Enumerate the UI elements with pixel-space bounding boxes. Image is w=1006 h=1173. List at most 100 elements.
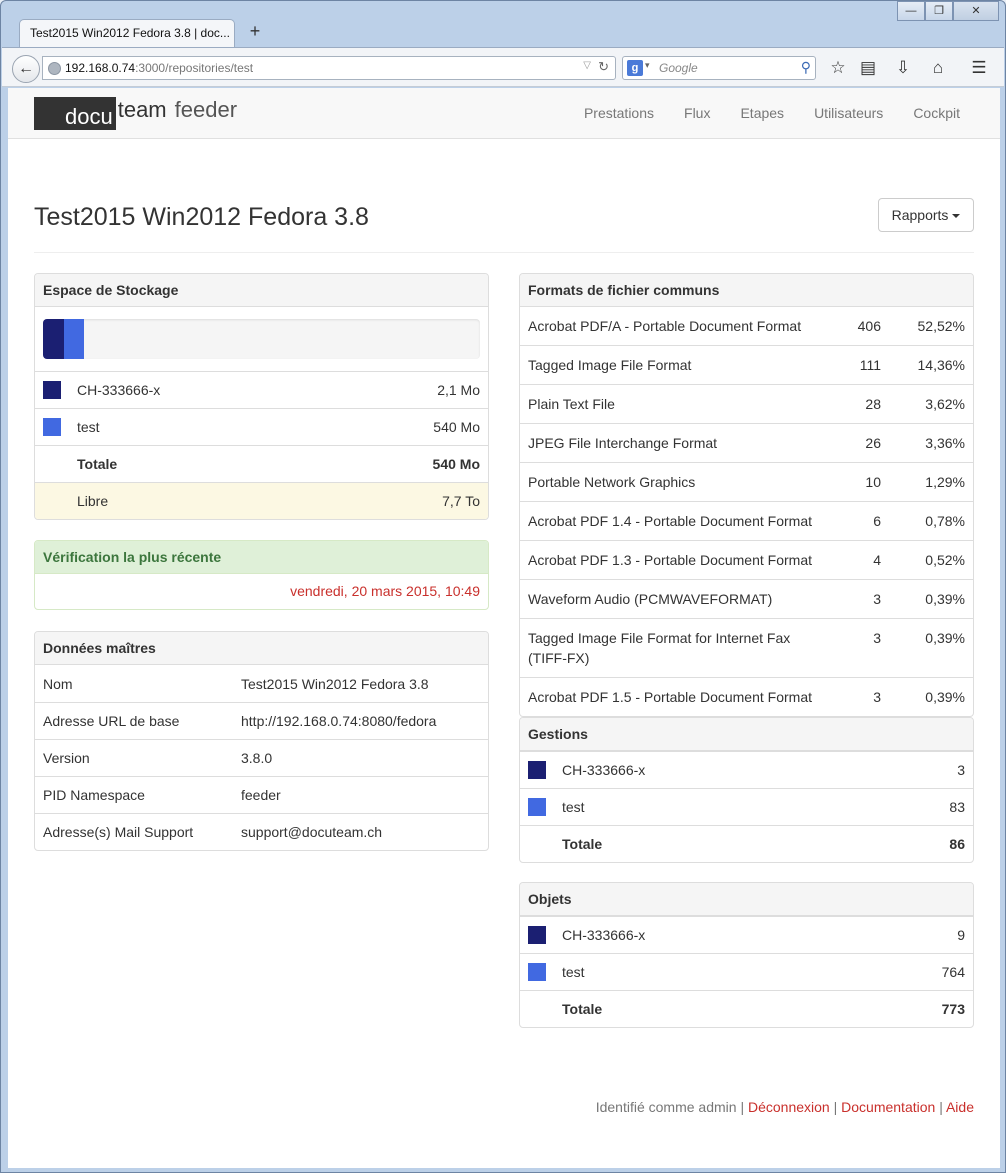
brand-dark: docu xyxy=(34,97,116,130)
objets-panel: Objets CH-333666-x 9 test 764 Totale 773 xyxy=(519,882,974,1028)
maximize-button[interactable]: ❐ xyxy=(925,1,953,21)
brand-suffix: feeder xyxy=(174,97,238,122)
storage-row-test: test 540 Mo xyxy=(35,408,488,445)
color-swatch xyxy=(528,926,546,944)
objets-row-test: test 764 xyxy=(520,953,973,990)
format-name: Acrobat PDF/A - Portable Document Format xyxy=(528,318,802,334)
objets-total-value: 773 xyxy=(941,1001,965,1017)
new-tab-button[interactable]: + xyxy=(245,21,265,43)
nav-cockpit[interactable]: Cockpit xyxy=(898,88,974,138)
master-value: feeder xyxy=(241,787,281,803)
search-placeholder: Google xyxy=(659,61,698,75)
format-percent: 0,39% xyxy=(925,591,965,607)
format-name: Acrobat PDF 1.5 - Portable Document Form… xyxy=(528,689,812,705)
storage-row-ch-333666-x: CH-333666-x 2,1 Mo xyxy=(35,371,488,408)
minimize-button[interactable]: — xyxy=(897,1,925,21)
search-icon[interactable]: ⚲ xyxy=(801,59,811,76)
url-dropdown-icon[interactable]: ▽ xyxy=(583,60,591,71)
back-button[interactable]: ← xyxy=(12,55,40,83)
url-bar[interactable]: 192.168.0.74:3000/repositories/test ▽ ↻ xyxy=(42,56,616,80)
objets-row-ch-333666-x: CH-333666-x 9 xyxy=(520,916,973,953)
nav-links: Prestations Flux Etapes Utilisateurs Coc… xyxy=(569,88,974,138)
color-swatch xyxy=(43,381,61,399)
formats-heading: Formats de fichier communs xyxy=(520,274,973,307)
search-input[interactable]: g ▾ Google ⚲ xyxy=(622,56,816,80)
logout-link[interactable]: Déconnexion xyxy=(748,1099,830,1115)
brand-rest: team xyxy=(117,97,167,122)
swatch-spacer xyxy=(43,492,61,510)
footer: Identifié comme admin | Déconnexion | Do… xyxy=(596,1099,974,1115)
bookmarks-list-icon[interactable]: ▤ xyxy=(857,58,879,78)
format-count: 3 xyxy=(873,689,881,705)
format-row: Acrobat PDF 1.3 - Portable Document Form… xyxy=(520,540,973,579)
documentation-link[interactable]: Documentation xyxy=(841,1099,935,1115)
format-name: Portable Network Graphics xyxy=(528,474,696,490)
nav-utilisateurs[interactable]: Utilisateurs xyxy=(799,88,898,138)
storage-free-row: Libre 7,7 To xyxy=(35,482,488,519)
master-row-version: Version 3.8.0 xyxy=(35,739,488,776)
search-engine-dropdown-icon[interactable]: ▾ xyxy=(645,60,650,71)
brand-logo[interactable]: docu team feeder xyxy=(34,97,237,130)
objets-value: 9 xyxy=(957,927,965,943)
format-row: Portable Network Graphics 10 1,29% xyxy=(520,462,973,501)
close-button[interactable]: ✕ xyxy=(953,1,999,21)
gestions-heading: Gestions xyxy=(520,718,973,751)
format-count: 111 xyxy=(859,357,881,373)
progress-bar-ch-333666-x xyxy=(43,319,64,359)
url-path: :3000/repositories/test xyxy=(135,61,254,75)
gestions-total-label: Totale xyxy=(562,836,603,852)
url-host: 192.168.0.74 xyxy=(65,61,136,75)
storage-free-value: 7,7 To xyxy=(442,493,480,509)
help-link[interactable]: Aide xyxy=(946,1099,974,1115)
storage-label: CH-333666-x xyxy=(77,382,161,398)
browser-tab[interactable]: Test2015 Win2012 Fedora 3.8 | doc... xyxy=(19,19,235,47)
master-data-heading: Données maîtres xyxy=(35,632,488,665)
download-icon[interactable]: ⇩ xyxy=(892,58,914,78)
format-count: 406 xyxy=(857,318,881,334)
color-swatch xyxy=(528,761,546,779)
format-name: Tagged Image File Format xyxy=(528,357,692,373)
home-icon[interactable]: ⌂ xyxy=(927,58,949,78)
bookmark-star-icon[interactable]: ☆ xyxy=(827,58,849,78)
gestions-value: 83 xyxy=(949,799,965,815)
separator: | xyxy=(740,1099,745,1115)
browser-toolbar: ← 192.168.0.74:3000/repositories/test ▽ … xyxy=(2,47,1004,87)
navbar: docu team feeder Prestations Flux Etapes U… xyxy=(8,88,1000,139)
storage-panel: Espace de Stockage CH-333666-x 2,1 Mo te… xyxy=(34,273,489,520)
menu-icon[interactable]: ☰ xyxy=(968,58,990,78)
storage-total-value: 540 Mo xyxy=(432,456,480,472)
format-row: Acrobat PDF 1.4 - Portable Document Form… xyxy=(520,501,973,540)
format-percent: 3,62% xyxy=(925,396,965,412)
master-row-pid: PID Namespace feeder xyxy=(35,776,488,813)
format-percent: 0,78% xyxy=(925,513,965,529)
globe-icon xyxy=(48,62,61,75)
storage-value: 540 Mo xyxy=(433,419,480,435)
gestions-value: 3 xyxy=(957,762,965,778)
rapports-dropdown-button[interactable]: Rapports xyxy=(878,198,974,232)
format-name: Waveform Audio (PCMWAVEFORMAT) xyxy=(528,591,773,607)
nav-prestations[interactable]: Prestations xyxy=(569,88,669,138)
verification-heading: Vérification la plus récente xyxy=(35,541,488,574)
objets-heading: Objets xyxy=(520,883,973,916)
swatch-spacer xyxy=(528,835,546,853)
formats-panel: Formats de fichier communs Acrobat PDF/A… xyxy=(519,273,974,717)
progress-bar-test xyxy=(63,319,85,359)
format-count: 4 xyxy=(873,552,881,568)
master-data-panel: Données maîtres Nom Test2015 Win2012 Fed… xyxy=(34,631,489,851)
nav-etapes[interactable]: Etapes xyxy=(725,88,799,138)
format-count: 10 xyxy=(865,474,881,490)
nav-flux[interactable]: Flux xyxy=(669,88,725,138)
format-name: Tagged Image File Format for Internet Fa… xyxy=(528,630,791,666)
storage-free-label: Libre xyxy=(77,493,109,509)
format-name: JPEG File Interchange Format xyxy=(528,435,718,451)
gestions-row-ch-333666-x: CH-333666-x 3 xyxy=(520,751,973,788)
format-count: 28 xyxy=(865,396,881,412)
master-value: support@docuteam.ch xyxy=(241,824,383,840)
master-key: Adresse(s) Mail Support xyxy=(43,824,194,840)
swatch-spacer xyxy=(43,455,61,473)
format-name: Acrobat PDF 1.4 - Portable Document Form… xyxy=(528,513,812,529)
storage-label: test xyxy=(77,419,100,435)
reload-icon[interactable]: ↻ xyxy=(598,59,609,75)
format-row: Acrobat PDF 1.5 - Portable Document Form… xyxy=(520,677,973,716)
objets-label: CH-333666-x xyxy=(562,927,646,943)
